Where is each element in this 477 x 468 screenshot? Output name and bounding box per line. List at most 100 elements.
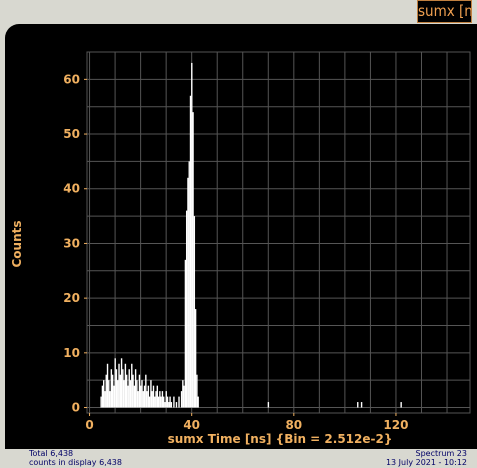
x-tick-label: 80 [285,418,302,432]
histogram-bar [117,380,119,408]
histogram-bar [119,374,121,408]
histogram-bar [267,402,270,408]
histogram-bar [122,369,124,408]
histogram-bar [169,396,171,408]
histogram-bar [168,402,170,408]
histogram-bar [127,385,129,408]
histogram-bar [360,402,363,408]
histogram-bar [123,380,125,408]
histogram-bar [152,385,155,408]
histogram-bar [189,95,192,408]
timestamp: 13 July 2021 - 10:12 [385,458,467,467]
histogram-bar [106,363,109,408]
y-tick-label: 50 [63,127,80,141]
histogram-bar [137,391,139,408]
x-tick-label: 0 [85,418,93,432]
histogram-bar [183,385,185,408]
histogram-bar [194,309,197,408]
histogram-bar [146,391,148,408]
histogram-bar [104,391,106,408]
histogram-bar [102,380,105,408]
histogram-bar [136,380,138,408]
footer-spectrum-info: Spectrum 23 13 July 2021 - 10:12 [386,449,467,467]
spectrum-id: Spectrum 23 [415,449,468,458]
histogram-bar [142,391,144,408]
histogram-bar [161,391,164,408]
histogram-bar [163,396,165,408]
histogram-bar [191,62,193,408]
y-tick-label: 10 [63,346,80,360]
histogram-bar [141,380,143,408]
histogram-bar [109,391,111,408]
histogram-bar [100,396,102,408]
plot-frame [86,51,471,414]
histogram-bar [138,374,141,408]
histogram-bar [129,380,132,408]
histogram-bar [147,385,150,408]
window-title: sumx [ns] [417,0,472,23]
y-axis-label: Counts [10,220,24,267]
plot-panel[interactable]: 0 10 20 30 40 50 60 0 40 80 120 Counts sumx Time [… [5,24,477,449]
histogram-bar [108,380,110,408]
axes: 0 10 20 30 40 50 60 0 40 80 120 [63,51,471,432]
histogram-bar [150,380,152,408]
histogram-bar [173,396,175,408]
histogram-bar [118,363,120,408]
x-axis-label: sumx Time [ns] {Bin = 2.512e-2} [168,432,393,446]
histogram-bar [140,385,142,408]
display-count: counts in display 6,438 [29,458,122,467]
histogram-bar [185,210,188,408]
y-tick-label: 20 [63,291,80,305]
histogram-bar [160,396,162,408]
y-tick-label: 40 [63,182,80,196]
histogram-bar [192,112,194,408]
y-tick-label: 30 [63,236,80,250]
histogram-bar [114,358,116,408]
histogram-bar [196,374,198,408]
histogram-bar [357,402,359,408]
histogram-bar [157,396,160,408]
histogram-bar [134,369,137,408]
histogram-bar [124,363,127,408]
y-tick-label: 0 [72,401,80,415]
histogram-bar [115,369,118,408]
panel-edge [5,324,10,404]
histogram-bar [143,385,146,408]
histogram-bar [170,402,173,408]
histogram-bar [188,161,190,408]
histogram-bar [197,396,199,408]
histogram-bar [182,380,184,408]
x-tick-label: 120 [383,418,408,432]
histogram-bar [111,374,114,408]
status-footer: Total 6,438 counts in display 6,438 Spec… [0,449,477,468]
histogram-bar [151,391,153,408]
histogram-bar [187,177,189,408]
histogram-bars [100,62,402,408]
histogram-bar [193,216,196,408]
histogram-bar [101,385,104,408]
histogram-bar [164,402,166,408]
grid [87,51,470,413]
histogram-bar [180,391,183,408]
total-count: Total 6,438 [29,449,74,458]
histogram-bar [132,374,134,408]
histogram-bar [120,358,123,408]
histogram-bar [159,391,161,408]
histogram-bar [165,391,167,408]
histogram-bar [184,259,187,408]
histogram-bar [113,385,115,408]
histogram-bar [125,374,128,408]
spectrum-window: sumx [ns] 0 10 20 30 40 50 60 0 40 80 120 Counts s… [0,0,477,468]
histogram-bar [154,396,156,408]
histogram-bar [128,369,130,408]
x-tick-label: 40 [183,418,200,432]
histogram-bar [110,369,113,408]
y-tick-label: 60 [63,72,80,86]
histogram-bar [105,374,107,408]
histogram-bar [148,396,151,408]
histogram-bar [145,374,147,408]
chart[interactable]: 0 10 20 30 40 50 60 0 40 80 120 Counts sumx Time [… [5,24,477,449]
histogram-bar [155,391,157,408]
histogram-bar [156,385,159,408]
histogram-bar [175,402,178,408]
